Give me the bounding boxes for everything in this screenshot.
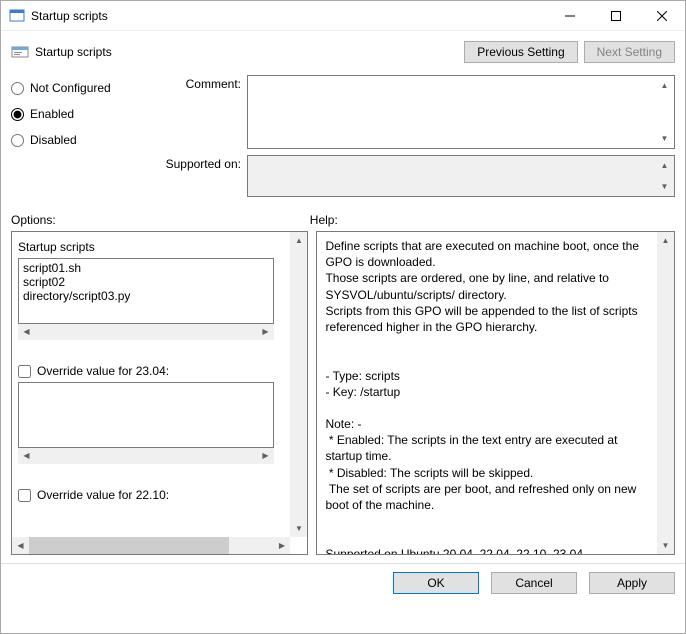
scroll-right-icon: ▶: [257, 447, 274, 464]
override-2304-listbox[interactable]: [18, 382, 274, 448]
scroll-up-icon: ▲: [656, 157, 673, 174]
radio-not-configured-label: Not Configured: [30, 81, 111, 95]
override-2210-check[interactable]: Override value for 22.10:: [18, 488, 301, 502]
override-2304-label: Override value for 23.04:: [37, 364, 169, 378]
minimize-button[interactable]: [547, 1, 593, 30]
app-icon: [9, 8, 25, 24]
cancel-button[interactable]: Cancel: [491, 572, 577, 594]
footer: OK Cancel Apply: [1, 563, 685, 602]
subheader: Startup scripts Previous Setting Next Se…: [1, 31, 685, 71]
options-hscrollbar[interactable]: ◀ ▶: [12, 537, 290, 554]
radio-disabled-input[interactable]: [11, 134, 24, 147]
scripts-listbox[interactable]: script01.sh script02 directory/script03.…: [18, 258, 274, 324]
panel-labels: Options: Help:: [1, 203, 685, 231]
list-item[interactable]: directory/script03.py: [23, 289, 269, 303]
override-2304-hscroll[interactable]: ◀ ▶: [18, 447, 274, 464]
ok-button[interactable]: OK: [393, 572, 479, 594]
help-label: Help:: [310, 213, 675, 227]
close-button[interactable]: [639, 1, 685, 30]
window-title: Startup scripts: [31, 9, 547, 23]
scroll-right-icon: ▶: [257, 323, 274, 340]
scripts-block-title: Startup scripts: [18, 240, 301, 254]
options-panel: Startup scripts script01.sh script02 dir…: [11, 231, 308, 555]
scrollbar-thumb[interactable]: [29, 537, 229, 554]
scroll-left-icon: ◀: [18, 447, 35, 464]
options-vscrollbar[interactable]: ▲ ▼: [290, 232, 307, 537]
scroll-up-icon: ▲: [657, 232, 674, 249]
comment-textarea[interactable]: ▲ ▼: [247, 75, 675, 149]
scripts-hscroll[interactable]: ◀ ▶: [18, 323, 274, 340]
radio-not-configured[interactable]: Not Configured: [11, 81, 157, 95]
radio-enabled-label: Enabled: [30, 107, 74, 121]
supported-label: Supported on:: [157, 155, 247, 197]
scroll-down-icon: ▼: [657, 537, 674, 554]
override-2210-checkbox[interactable]: [18, 489, 31, 502]
titlebar: Startup scripts: [1, 1, 685, 31]
options-label: Options:: [11, 213, 310, 227]
help-text: Define scripts that are executed on mach…: [317, 232, 674, 554]
radio-not-configured-input[interactable]: [11, 82, 24, 95]
page-title: Startup scripts: [35, 45, 464, 59]
supported-scrollbar: ▲ ▼: [656, 157, 673, 195]
upper-area: Not Configured Enabled Disabled Comment:…: [1, 71, 685, 203]
supported-textarea: ▲ ▼: [247, 155, 675, 197]
policy-icon: [11, 43, 29, 61]
list-item[interactable]: script02: [23, 275, 269, 289]
panels: Startup scripts script01.sh script02 dir…: [1, 231, 685, 563]
radio-enabled[interactable]: Enabled: [11, 107, 157, 121]
scroll-right-icon: ▶: [273, 537, 290, 554]
comment-scrollbar[interactable]: ▲ ▼: [656, 77, 673, 147]
previous-setting-button[interactable]: Previous Setting: [464, 41, 577, 63]
fields-column: Comment: ▲ ▼ Supported on: ▲ ▼: [157, 75, 675, 203]
scroll-up-icon: ▲: [290, 232, 307, 249]
maximize-button[interactable]: [593, 1, 639, 30]
scroll-down-icon: ▼: [290, 520, 307, 537]
override-2304-checkbox[interactable]: [18, 365, 31, 378]
list-item[interactable]: script01.sh: [23, 261, 269, 275]
scroll-up-icon: ▲: [656, 77, 673, 94]
help-vscrollbar[interactable]: ▲ ▼: [657, 232, 674, 554]
dialog-window: Startup scripts Startup scripts Previous…: [0, 0, 686, 634]
radio-disabled-label: Disabled: [30, 133, 77, 147]
scroll-left-icon: ◀: [12, 537, 29, 554]
comment-row: Comment: ▲ ▼: [157, 75, 675, 149]
supported-row: Supported on: ▲ ▼: [157, 155, 675, 197]
apply-button[interactable]: Apply: [589, 572, 675, 594]
state-radios: Not Configured Enabled Disabled: [7, 75, 157, 203]
window-controls: [547, 1, 685, 30]
next-setting-button[interactable]: Next Setting: [584, 41, 675, 63]
override-2210-label: Override value for 22.10:: [37, 488, 169, 502]
help-panel: Define scripts that are executed on mach…: [316, 231, 675, 555]
override-2304-check[interactable]: Override value for 23.04:: [18, 364, 301, 378]
options-inner: Startup scripts script01.sh script02 dir…: [12, 232, 307, 554]
scroll-down-icon: ▼: [656, 178, 673, 195]
comment-label: Comment:: [157, 75, 247, 149]
radio-enabled-input[interactable]: [11, 108, 24, 121]
radio-disabled[interactable]: Disabled: [11, 133, 157, 147]
scroll-down-icon: ▼: [656, 130, 673, 147]
scroll-left-icon: ◀: [18, 323, 35, 340]
